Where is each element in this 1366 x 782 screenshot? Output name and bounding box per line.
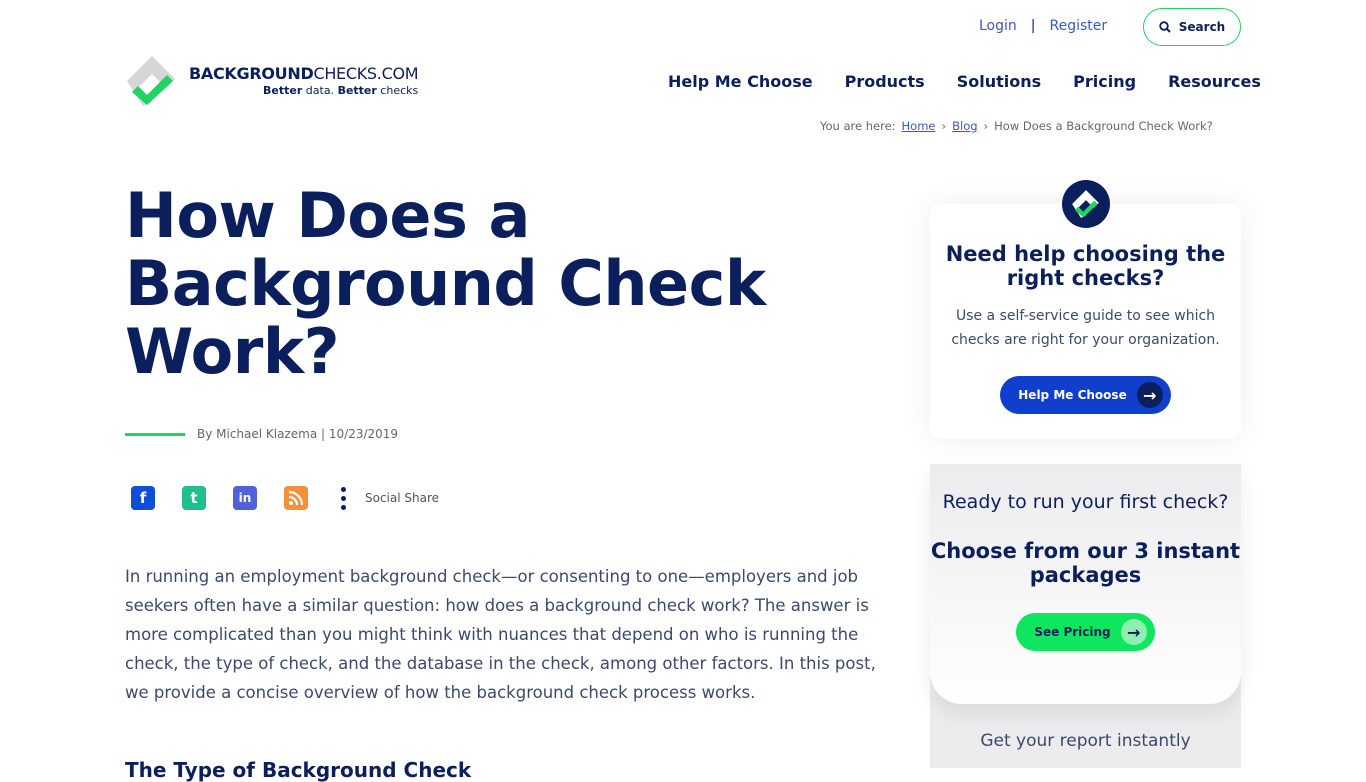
- logo[interactable]: BACKGROUNDCHECKS.COM Better data. Better…: [125, 54, 419, 108]
- twitter-icon[interactable]: t: [182, 486, 206, 510]
- search-icon: [1159, 21, 1171, 33]
- help-card-text: Use a self-service guide to see which ch…: [951, 308, 1220, 348]
- tagline-part: Better: [337, 84, 377, 97]
- tagline-part: checks: [376, 84, 419, 97]
- help-card-title: Need help choosing the right checks?: [945, 242, 1226, 290]
- help-choose-card: Need help choosing the right checks? Use…: [930, 204, 1241, 439]
- rss-icon[interactable]: [284, 486, 308, 510]
- social-share: f t in Social Share: [131, 486, 439, 510]
- page-title: How Does a Background Check Work?: [125, 179, 766, 388]
- breadcrumb-current: How Does a Background Check Work?: [994, 119, 1213, 133]
- button-label: See Pricing: [1034, 625, 1111, 639]
- linkedin-icon[interactable]: in: [233, 486, 257, 510]
- logo-icon: [127, 56, 175, 106]
- arrow-right-icon: →: [1136, 382, 1163, 408]
- search-button[interactable]: Search: [1143, 8, 1241, 46]
- login-link[interactable]: Login: [979, 18, 1017, 34]
- register-link[interactable]: Register: [1050, 18, 1108, 34]
- article-intro: In running an employment background chec…: [125, 567, 876, 702]
- tagline-part: Better: [263, 84, 303, 97]
- search-label: Search: [1178, 20, 1226, 34]
- button-label: Help Me Choose: [1018, 388, 1127, 402]
- breadcrumb-separator: ›: [983, 119, 989, 133]
- accent-bar: [125, 432, 185, 436]
- nav-help-me-choose[interactable]: Help Me Choose: [668, 72, 813, 91]
- logo-text-bold: BACKGROUND: [189, 64, 314, 83]
- help-me-choose-button[interactable]: Help Me Choose →: [1000, 376, 1171, 414]
- breadcrumb-home[interactable]: Home: [902, 119, 936, 133]
- pricing-card: Ready to run your first check? Choose fr…: [930, 464, 1241, 704]
- logo-text-light: CHECKS.COM: [313, 64, 419, 83]
- byline: By Michael Klazema | 10/23/2019: [125, 427, 398, 441]
- instant-report-text: Get your report instantly: [980, 731, 1191, 751]
- see-pricing-button[interactable]: See Pricing →: [1016, 613, 1155, 651]
- nav-solutions[interactable]: Solutions: [957, 72, 1041, 91]
- account-links: Login | Register: [979, 18, 1107, 34]
- breadcrumb-prefix: You are here:: [820, 119, 896, 133]
- pricing-question: Ready to run your first check?: [942, 491, 1229, 513]
- author-date: By Michael Klazema | 10/23/2019: [197, 427, 399, 441]
- more-icon[interactable]: [341, 486, 346, 510]
- logo-badge-icon: [1062, 180, 1110, 228]
- nav-pricing[interactable]: Pricing: [1073, 72, 1136, 91]
- social-share-label: Social Share: [365, 491, 440, 505]
- nav-resources[interactable]: Resources: [1168, 72, 1261, 91]
- breadcrumb-separator: ›: [941, 119, 947, 133]
- nav-products[interactable]: Products: [845, 72, 925, 91]
- breadcrumb-blog[interactable]: Blog: [952, 119, 977, 133]
- section-heading: The Type of Background Check: [125, 758, 472, 782]
- arrow-right-icon: →: [1120, 619, 1147, 645]
- main-nav: Help Me Choose Products Solutions Pricin…: [668, 72, 1261, 91]
- breadcrumb: You are here: Home › Blog › How Does a B…: [820, 119, 1213, 133]
- divider: |: [1030, 18, 1036, 34]
- pricing-title: Choose from our 3 instant packages: [930, 539, 1241, 587]
- facebook-icon[interactable]: f: [131, 486, 155, 510]
- tagline-part: data.: [302, 84, 338, 97]
